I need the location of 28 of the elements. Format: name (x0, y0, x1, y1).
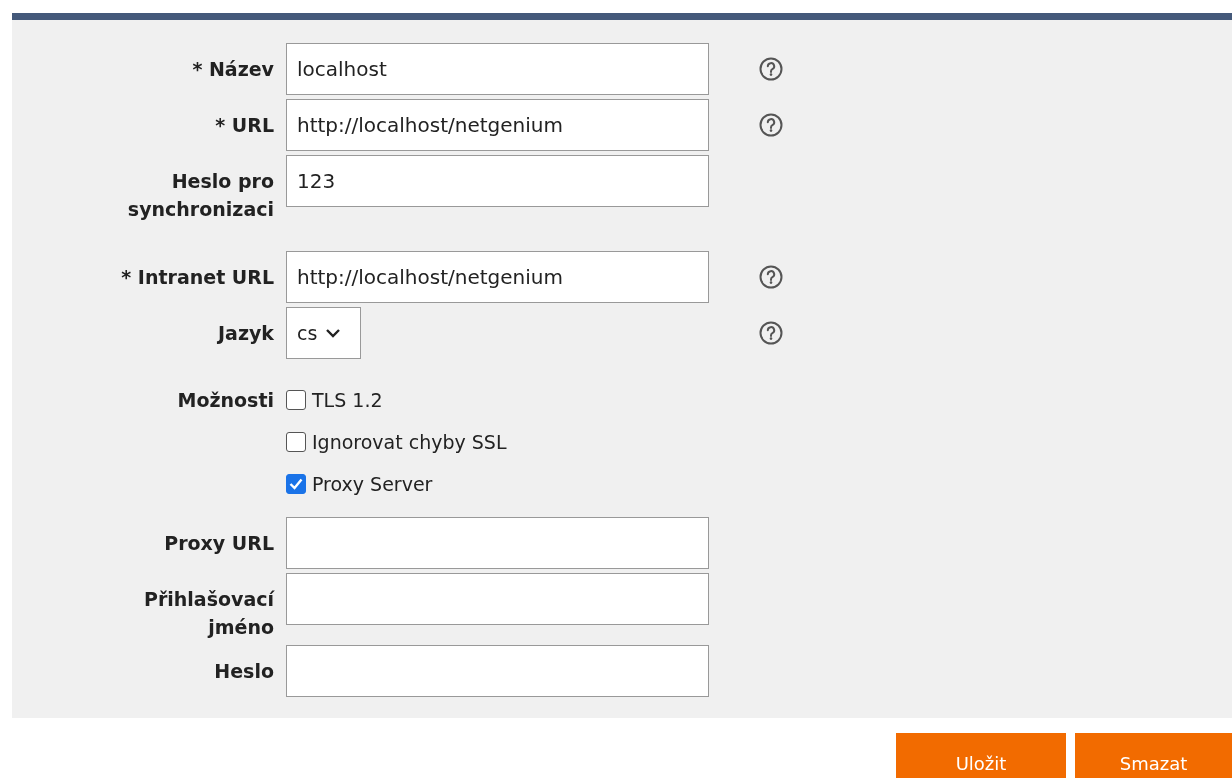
text-field[interactable]: http://localhost/netgenium (286, 251, 709, 303)
help-icon[interactable] (759, 265, 783, 289)
text-field[interactable]: localhost (286, 43, 709, 95)
checkbox-label: Ignorovat chyby SSL (312, 430, 507, 455)
language-dropdown[interactable]: cs (286, 307, 361, 359)
field-label: Možnosti (177, 388, 274, 413)
field-label: * Název (192, 57, 274, 82)
checkbox[interactable] (286, 474, 306, 494)
help-icon[interactable] (759, 321, 783, 345)
help-icon[interactable] (759, 57, 783, 81)
field-label: Heslo (214, 659, 274, 684)
checkbox[interactable] (286, 390, 306, 410)
text-field[interactable] (286, 517, 709, 569)
field-label: Heslo pro synchronizaci (126, 169, 274, 222)
field-label: * URL (215, 113, 274, 138)
text-field[interactable] (286, 645, 709, 697)
help-icon[interactable] (759, 113, 783, 137)
text-field[interactable]: http://localhost/netgenium (286, 99, 709, 151)
field-label: Proxy URL (164, 531, 274, 556)
field-label: * Intranet URL (121, 265, 274, 290)
field-label: Přihlašovací jméno (143, 587, 274, 640)
checkbox[interactable] (286, 432, 306, 452)
chevron-icon (325, 328, 342, 338)
field-label: Jazyk (218, 321, 274, 346)
checkbox-label: TLS 1.2 (312, 388, 383, 413)
text-field[interactable] (286, 573, 709, 625)
checkbox-label: Proxy Server (312, 472, 433, 497)
text-field[interactable]: 123 (286, 155, 709, 207)
